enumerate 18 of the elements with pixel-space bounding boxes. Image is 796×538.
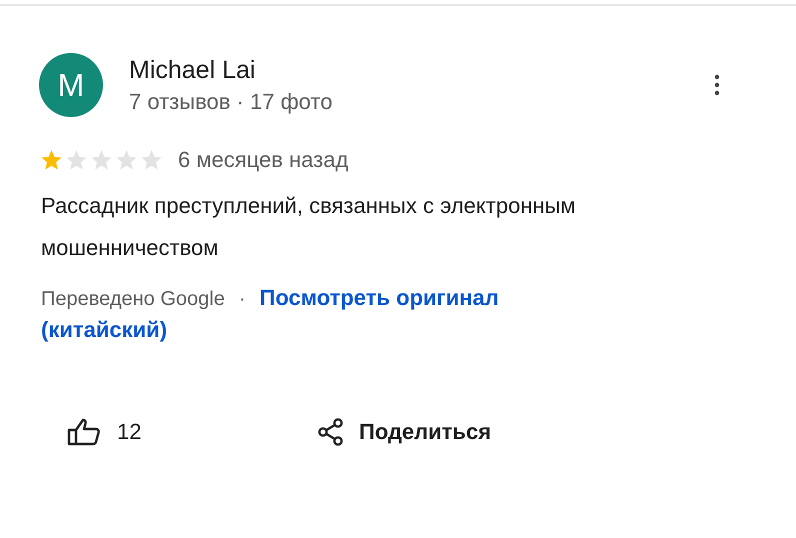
review-date: 6 месяцев назад: [178, 147, 348, 173]
thumbs-up-icon: [67, 418, 103, 446]
avatar[interactable]: M: [39, 53, 103, 117]
original-link[interactable]: (китайский): [41, 317, 168, 343]
author-name[interactable]: Michael Lai: [129, 56, 678, 84]
author-stats: 7 отзывов · 17 фото: [129, 88, 334, 114]
translation-note: Переведено Google: [41, 288, 225, 311]
star-icon: [139, 148, 164, 172]
star-icon: [39, 148, 64, 172]
like-button[interactable]: 12: [63, 413, 313, 451]
star-icon: [89, 148, 114, 172]
star-icon: [114, 148, 139, 172]
star-icon: [64, 148, 89, 172]
separator-dot: ·: [238, 288, 246, 311]
original-link[interactable]: Посмотреть оригинал: [260, 285, 499, 311]
share-button[interactable]: Поделиться: [313, 413, 496, 451]
review-text: Рассадник преступлений, связанных с электронным мошенничеством: [41, 192, 577, 262]
share-icon: [317, 417, 345, 447]
